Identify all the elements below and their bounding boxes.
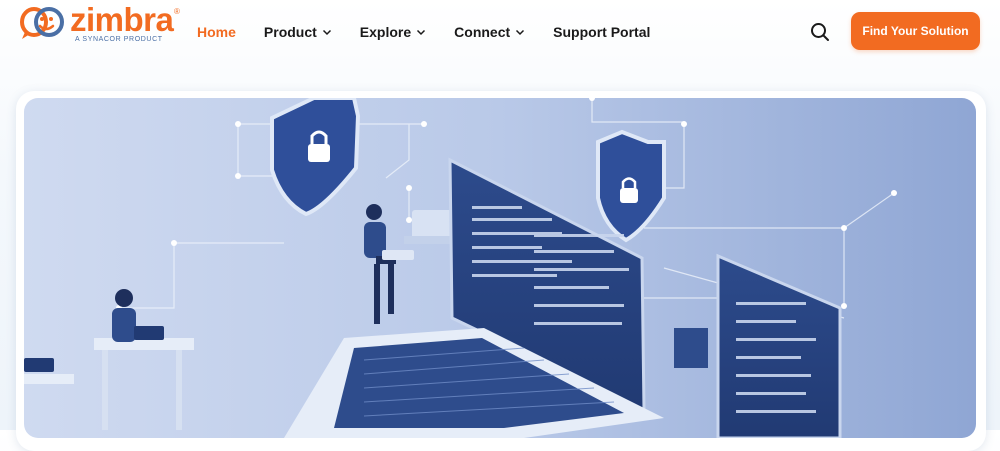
hero-illustration — [24, 98, 976, 438]
logo-tagline: A SYNACOR PRODUCT — [75, 36, 163, 43]
logo-registered-mark: ® — [174, 7, 180, 16]
nav-item-label: Connect — [454, 24, 511, 40]
chevron-down-icon — [322, 29, 331, 36]
nav-item-connect[interactable]: Connect — [454, 24, 525, 40]
cybersecurity-illustration — [24, 98, 976, 438]
search-icon[interactable] — [808, 20, 832, 44]
nav-item-label: Explore — [359, 24, 412, 40]
nav-item-label: Product — [263, 24, 317, 40]
nav-item-home[interactable]: Home — [197, 24, 236, 40]
main-nav: Home Product Explore Connect Support Por… — [197, 24, 678, 40]
chevron-down-icon — [516, 29, 525, 36]
nav-item-label: Support Portal — [553, 24, 651, 40]
zimbra-mascot-icon — [20, 7, 64, 39]
nav-item-explore[interactable]: Explore — [360, 24, 426, 40]
nav-item-label: Home — [197, 24, 236, 40]
server-icon — [674, 328, 708, 368]
zimbra-logo[interactable]: zimbra ® A SYNACOR PRODUCT — [20, 1, 190, 45]
nav-item-support-portal[interactable]: Support Portal — [553, 24, 650, 40]
chevron-down-icon — [417, 29, 426, 36]
nav-item-product[interactable]: Product — [264, 24, 332, 40]
site-header: zimbra ® A SYNACOR PRODUCT Home Product … — [0, 0, 1000, 66]
logo-wordmark: zimbra — [70, 1, 174, 38]
find-your-solution-button[interactable]: Find Your Solution — [851, 12, 980, 50]
